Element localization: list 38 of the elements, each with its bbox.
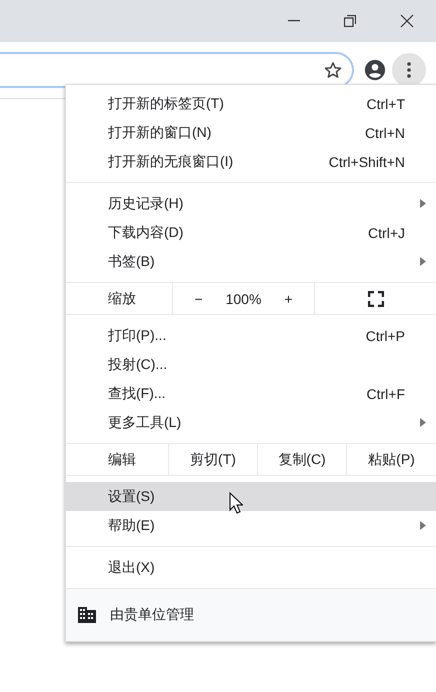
minimize-icon[interactable] [288, 20, 300, 22]
shortcut-label: Ctrl+Shift+N [328, 154, 405, 170]
building-icon [78, 607, 96, 623]
menu-item[interactable]: 退出(X) [66, 553, 436, 582]
zoom-label: 缩放 [66, 283, 173, 314]
zoom-in-button[interactable]: + [280, 290, 297, 306]
edit-action-button[interactable]: 粘贴(P) [347, 444, 436, 475]
menu-button[interactable] [392, 53, 426, 87]
zoom-out-button[interactable]: − [190, 290, 207, 306]
managed-by-organization-link[interactable]: 由贵单位管理 [110, 606, 194, 624]
close-icon[interactable] [400, 14, 414, 28]
shortcut-label: Ctrl+J [368, 224, 405, 240]
shortcut-label: Ctrl+T [366, 96, 405, 112]
menu-item[interactable]: 帮助(E) [66, 511, 436, 540]
menu-item[interactable]: 打开新的窗口(N) Ctrl+N [66, 118, 436, 147]
account-icon[interactable] [364, 59, 386, 81]
menu-item[interactable]: 历史记录(H) [66, 189, 436, 218]
menu-item[interactable]: 打开新的无痕窗口(I) Ctrl+Shift+N [66, 147, 436, 176]
more-icon [407, 62, 411, 78]
shortcut-label: Ctrl+N [364, 124, 405, 140]
menu-item[interactable]: 更多工具(L) [66, 408, 436, 437]
menu-item[interactable]: 下载内容(D) Ctrl+J [66, 218, 436, 247]
edit-label: 编辑 [66, 444, 169, 475]
fullscreen-icon[interactable] [368, 290, 384, 306]
menu-item[interactable]: 投射(C)... [66, 350, 436, 379]
menu-item[interactable]: 打印(P)... Ctrl+P [66, 321, 436, 350]
menu-item[interactable]: 打开新的标签页(T) Ctrl+T [66, 89, 436, 118]
edit-action-button[interactable]: 复制(C) [258, 444, 347, 475]
mouse-cursor-icon [229, 492, 243, 514]
menu-item[interactable]: 书签(B) [66, 247, 436, 276]
star-icon[interactable] [324, 61, 342, 79]
edit-action-button[interactable]: 剪切(T) [169, 444, 258, 475]
menu-item[interactable]: 设置(S) [66, 482, 436, 511]
restore-icon[interactable] [344, 15, 356, 27]
shortcut-label: Ctrl+F [366, 386, 405, 402]
shortcut-label: Ctrl+P [366, 328, 405, 344]
zoom-value: 100% [226, 290, 262, 306]
menu-item[interactable]: 查找(F)... Ctrl+F [66, 379, 436, 408]
